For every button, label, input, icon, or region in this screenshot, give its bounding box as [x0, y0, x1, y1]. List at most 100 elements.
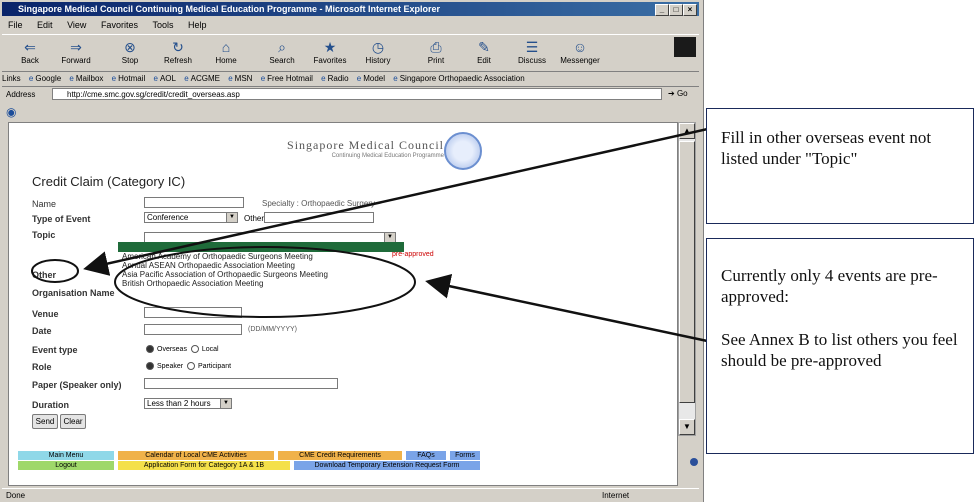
vertical-scrollbar[interactable]: ▲ ▼ [678, 122, 696, 436]
role-label: Role [32, 362, 52, 372]
link-icon: e [28, 74, 34, 83]
link-icon: e [111, 74, 117, 83]
home-button[interactable]: ⌂ Home [202, 37, 250, 69]
smc-seal-icon [444, 132, 482, 170]
logo-title: Singapore Medical Council [287, 138, 444, 152]
nav-main-menu[interactable]: Main Menu [18, 451, 114, 460]
back-label: Back [21, 56, 39, 65]
paper-input[interactable] [144, 378, 338, 389]
link-item[interactable]: e Radio [321, 74, 348, 83]
topic-option[interactable]: British Orthopaedic Association Meeting [118, 279, 404, 288]
links-label: Links [2, 74, 21, 83]
pre-approved-note: pre-approved [392, 251, 434, 258]
menu-file[interactable]: File [8, 20, 23, 30]
topic-dropdown-list[interactable]: American Academy of Orthopaedic Surgeons… [118, 242, 404, 296]
link-text: AOL [159, 74, 176, 83]
go-button[interactable]: ➔ Go [668, 88, 698, 100]
topic-option[interactable]: Annual ASEAN Orthopaedic Association Mee… [118, 261, 404, 270]
messenger-button[interactable]: ☺ Messenger [556, 37, 604, 69]
link-text: Google [35, 74, 62, 83]
edit-button[interactable]: ✎ Edit [460, 37, 508, 69]
other-event-input[interactable] [264, 212, 374, 223]
menu-tools[interactable]: Tools [152, 20, 173, 30]
topic-option[interactable]: Asia Pacific Association of Orthopaedic … [118, 270, 404, 279]
local-label: Local [201, 345, 219, 353]
participant-label: Participant [197, 362, 232, 370]
menu-favorites[interactable]: Favorites [101, 20, 138, 30]
menu-edit[interactable]: Edit [37, 20, 53, 30]
scroll-down-icon[interactable]: ▼ [679, 419, 695, 435]
link-item[interactable]: e Singapore Orthopaedic Association [393, 74, 524, 83]
link-item[interactable]: e Mailbox [69, 74, 103, 83]
organisation-label: Organisation Name [32, 288, 115, 298]
paper-label: Paper (Speaker only) [32, 380, 122, 390]
date-input[interactable] [144, 324, 242, 335]
overseas-radio[interactable] [146, 345, 154, 353]
go-arrow-icon: ➔ [668, 89, 675, 98]
link-item[interactable]: e Hotmail [112, 74, 146, 83]
address-input[interactable]: http://cme.smc.gov.sg/credit/credit_over… [52, 88, 662, 100]
link-text: Hotmail [118, 74, 146, 83]
history-button[interactable]: ◷ History [354, 37, 402, 69]
stop-icon: ⊗ [124, 39, 136, 55]
link-text: Model [363, 74, 386, 83]
nav-application-form[interactable]: Application Form for Category 1A & 1B [118, 461, 290, 470]
nav-credit-requirements[interactable]: CME Credit Requirements [278, 451, 402, 460]
link-item[interactable]: e ACGME [184, 74, 220, 83]
discuss-button[interactable]: ☰ Discuss [508, 37, 556, 69]
status-text: Done [6, 491, 26, 500]
stop-label: Stop [121, 56, 139, 65]
link-item[interactable]: e Model [357, 74, 385, 83]
print-button[interactable]: ⎙ Print [412, 37, 460, 69]
links-bar: Links e Google e Mailbox e Hotmail e AOL e AC… [2, 72, 699, 87]
close-icon[interactable]: × [683, 4, 697, 16]
link-item[interactable]: e Google [29, 74, 61, 83]
menu-view[interactable]: View [67, 20, 86, 30]
ie-logo [674, 37, 696, 57]
nav-calendar[interactable]: Calendar of Local CME Activities [118, 451, 274, 460]
status-bar: Done Internet [2, 488, 699, 503]
link-icon: e [69, 74, 74, 83]
link-item[interactable]: e Free Hotmail [261, 74, 313, 83]
type-of-event-select[interactable]: Conference ▼ [144, 212, 238, 223]
link-icon: e [228, 74, 233, 83]
link-item[interactable]: e AOL [153, 74, 175, 83]
refresh-button[interactable]: ↻ Refresh [154, 37, 202, 69]
history-icon: ◷ [371, 39, 385, 55]
refresh-label: Refresh [163, 56, 192, 65]
page-back-icon[interactable]: ◉ [6, 106, 20, 118]
send-button[interactable]: Send [32, 414, 58, 429]
search-button[interactable]: ⌕ Search [258, 37, 306, 69]
duration-select[interactable]: Less than 2 hours ▼ [144, 398, 232, 409]
scroll-thumb[interactable] [679, 141, 695, 403]
speaker-radio[interactable] [146, 362, 154, 370]
messenger-icon: ☺ [572, 39, 588, 55]
toolbar: ⇐ Back ⇒ Forward ⊗ Stop ↻ Refresh ⌂ Home ⌕ Sea… [2, 34, 699, 72]
forward-button[interactable]: ⇒ Forward [52, 37, 100, 69]
event-type-radios: Overseas Local [146, 345, 219, 353]
maximize-icon[interactable]: □ [669, 4, 683, 16]
name-input[interactable] [144, 197, 244, 208]
role-radios: Speaker Participant [146, 362, 231, 370]
minimize-icon[interactable]: _ [655, 4, 669, 16]
nav-logout[interactable]: Logout [18, 461, 114, 470]
link-item[interactable]: e MSN [228, 74, 252, 83]
back-button[interactable]: ⇐ Back [6, 37, 54, 69]
topic-option[interactable]: American Academy of Orthopaedic Surgeons… [118, 252, 404, 261]
scroll-up-icon[interactable]: ▲ [679, 123, 695, 139]
title-bar: Singapore Medical Council Continuing Med… [2, 2, 699, 16]
nav-download-extension[interactable]: Download Temporary Extension Request For… [294, 461, 480, 470]
stop-button[interactable]: ⊗ Stop [106, 37, 154, 69]
local-radio[interactable] [190, 345, 199, 353]
zone-text: Internet [602, 491, 630, 500]
participant-radio[interactable] [186, 362, 195, 370]
nav-faqs[interactable]: FAQs [406, 451, 446, 460]
venue-input[interactable] [144, 307, 242, 318]
menu-help[interactable]: Help [188, 20, 207, 30]
other-inline-label: Other [244, 214, 265, 223]
nav-forms[interactable]: Forms [450, 451, 480, 460]
link-icon: e [184, 74, 189, 83]
favorites-button[interactable]: ★ Favorites [306, 37, 354, 69]
callout-annex-text: See Annex B to list others you feel shou… [721, 330, 958, 370]
clear-button[interactable]: Clear [60, 414, 86, 429]
